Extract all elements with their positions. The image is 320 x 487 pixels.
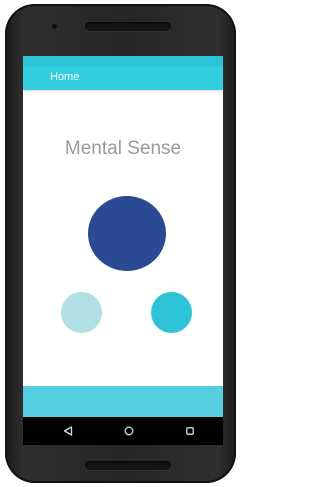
left-circle-button[interactable] (61, 292, 102, 333)
system-navigation-bar (23, 417, 223, 445)
bottom-bar (23, 386, 223, 417)
front-camera (52, 24, 57, 29)
bottom-speaker-grille (85, 461, 171, 470)
app-screen: Home Mental Sense (23, 56, 223, 445)
home-button[interactable] (119, 421, 139, 441)
recents-button[interactable] (180, 421, 200, 441)
large-circle-button[interactable] (88, 196, 166, 271)
right-circle-button[interactable] (151, 292, 192, 333)
back-icon (63, 426, 73, 436)
phone-frame: Home Mental Sense (5, 4, 236, 483)
top-speaker-grille (85, 22, 171, 31)
recents-icon (186, 427, 194, 435)
home-icon (124, 426, 134, 436)
app-toolbar: Home (23, 66, 223, 90)
toolbar-title: Home (50, 71, 80, 83)
back-button[interactable] (58, 421, 78, 441)
status-bar (23, 56, 223, 66)
page-title: Mental Sense (64, 138, 182, 159)
